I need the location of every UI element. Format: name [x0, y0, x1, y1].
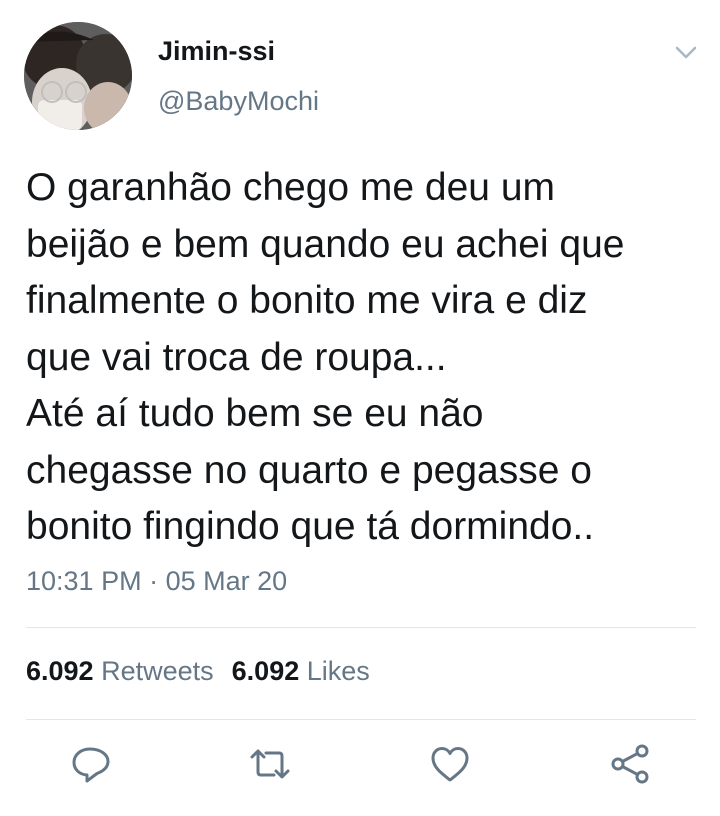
tweet-date: 05 Mar 20 [165, 566, 288, 596]
share-button[interactable] [608, 742, 652, 786]
user-handle[interactable]: @BabyMochi [158, 86, 319, 117]
reply-icon [72, 747, 110, 783]
retweets-label: Retweets [101, 656, 214, 686]
engagement-stats: 6.092 Retweets 6.092 Likes [26, 656, 370, 687]
tweet-line: Até aí tudo bem se eu não [26, 392, 484, 435]
share-icon [611, 744, 649, 784]
tweet-line: bonito fingindo que tá dormindo.. [26, 505, 595, 548]
tweet-line: chegasse no quarto e pegasse o [26, 448, 592, 492]
timestamp-separator: · [149, 566, 159, 596]
likes-label: Likes [306, 656, 370, 686]
reply-button[interactable] [69, 742, 113, 786]
heart-icon [431, 747, 469, 782]
tweet-text: O garanhão chego me deu um beijão e bem … [26, 160, 706, 556]
tweet-time: 10:31 PM [26, 566, 142, 596]
tweet-card: Jimin-ssi @BabyMochi O garanhão chego me… [0, 0, 720, 816]
tweet-line: beijão e bem quando eu achei que [26, 222, 625, 266]
chevron-down-icon[interactable] [672, 40, 700, 64]
retweet-icon [250, 749, 290, 779]
likes-count: 6.092 [231, 656, 300, 686]
display-name[interactable]: Jimin-ssi [158, 36, 275, 67]
tweet-line: que vai troca de roupa... [26, 335, 447, 379]
retweets-count: 6.092 [26, 656, 94, 686]
timestamp[interactable]: 10:31 PM · 05 Mar 20 [26, 566, 287, 597]
tweet-line: O garanhão chego me deu um [26, 166, 556, 209]
likes-stat[interactable]: 6.092 Likes [232, 656, 370, 686]
avatar[interactable] [24, 22, 132, 130]
retweets-stat[interactable]: 6.092 Retweets [26, 656, 214, 686]
like-button[interactable] [428, 742, 472, 786]
tweet-line: finalmente o bonito me vira e diz [26, 279, 588, 322]
divider [26, 719, 696, 720]
divider [26, 627, 696, 628]
retweet-button[interactable] [248, 742, 292, 786]
